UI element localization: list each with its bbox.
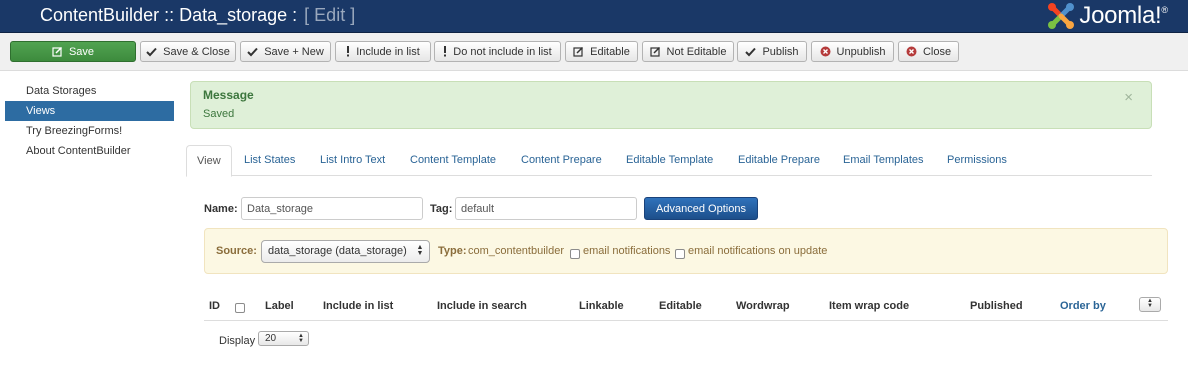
tab-content-prepare[interactable]: Content Prepare (521, 145, 602, 176)
column-label: Label (265, 300, 294, 312)
email-notifications-update-checkbox[interactable] (675, 249, 685, 259)
editable-button-label: Editable (590, 45, 630, 58)
joomla-logo-icon (1048, 3, 1075, 29)
not-editable-button[interactable]: Not Editable (642, 41, 734, 62)
exclamation-icon (346, 46, 350, 57)
publish-button[interactable]: Publish (737, 41, 807, 62)
tab-permissions[interactable]: Permissions (947, 145, 1007, 176)
email-notifications-update-label: email notifications on update (688, 245, 828, 257)
tab-content-template[interactable]: Content Template (410, 145, 496, 176)
joomla-logo: Joomla! ® (1046, 1, 1168, 31)
check-icon (745, 47, 757, 57)
tab-editable-template[interactable]: Editable Template (626, 145, 713, 176)
tag-label: Tag: (430, 203, 453, 215)
message-text: Saved (203, 108, 235, 120)
sidebar: Data Storages Views Try BreezingForms! A… (5, 81, 174, 161)
display-label: Display (219, 335, 256, 347)
message-heading: Message (203, 88, 254, 102)
select-arrows-icon: ▲ ▼ (416, 244, 424, 257)
display-limit-value: 20 (265, 333, 277, 344)
joomla-logo-text: Joomla! (1079, 2, 1162, 29)
page-title-text: ContentBuilder :: Data_storage : (40, 5, 298, 25)
sidebar-item-about-contentbuilder[interactable]: About ContentBuilder (5, 141, 174, 161)
column-id: ID (209, 300, 220, 312)
column-order-by[interactable]: Order by (1060, 300, 1106, 312)
toolbar: Save Save & Close Save + New Include in … (0, 33, 1188, 71)
tab-bar: View List States List Intro Text Content… (186, 145, 1152, 177)
joomla-logo-registered: ® (1161, 5, 1168, 15)
tab-editable-prepare[interactable]: Editable Prepare (738, 145, 820, 176)
success-message: Message Saved × (190, 81, 1152, 129)
save-button-label: Save (68, 45, 95, 58)
select-arrows-icon: ▲ ▼ (1147, 298, 1153, 309)
publish-button-label: Publish (762, 45, 799, 58)
check-icon (146, 47, 157, 57)
column-editable: Editable (659, 300, 702, 312)
column-item-wrap-code: Item wrap code (829, 300, 910, 312)
close-icon[interactable]: × (1124, 90, 1133, 105)
tab-email-templates[interactable]: Email Templates (843, 145, 924, 176)
tag-input[interactable] (455, 197, 637, 220)
tab-view[interactable]: View (186, 145, 232, 177)
sidebar-item-views[interactable]: Views (5, 101, 174, 121)
check-icon (247, 47, 258, 57)
exclamation-icon (443, 46, 447, 57)
email-notifications-checkbox[interactable] (570, 249, 580, 259)
source-panel: Source: data_storage (data_storage) ▲ ▼ T… (204, 228, 1168, 274)
sidebar-item-data-storages[interactable]: Data Storages (5, 81, 174, 101)
name-label: Name: (204, 203, 238, 215)
column-published: Published (970, 300, 1023, 312)
tab-list-intro-text[interactable]: List Intro Text (320, 145, 385, 176)
unpublish-button-label: Unpublish (836, 45, 886, 58)
column-include-in-search: Include in search (437, 300, 527, 312)
close-button-label: Close (922, 45, 952, 58)
not-editable-button-label: Not Editable (666, 45, 727, 58)
fields-table-header: ID Label Include in list Include in sear… (204, 293, 1168, 321)
include-in-list-button-label: Include in list (356, 45, 420, 58)
not-include-in-list-button-label: Do not include in list (453, 45, 552, 58)
display-limit-select[interactable]: 20 ▲ ▼ (258, 331, 309, 346)
column-wordwrap: Wordwrap (736, 300, 790, 312)
name-input[interactable] (241, 197, 423, 220)
save-close-button[interactable]: Save & Close (140, 41, 236, 62)
save-new-button-label: Save + New (264, 45, 324, 58)
cancel-circle-icon (820, 46, 831, 57)
type-value: com_contentbuilder (468, 245, 565, 257)
save-button[interactable]: Save (10, 41, 136, 62)
cancel-circle-icon (906, 46, 917, 57)
order-select[interactable]: ▲ ▼ (1139, 297, 1161, 312)
include-in-list-button[interactable]: Include in list (335, 41, 431, 62)
save-new-button[interactable]: Save + New (240, 41, 331, 62)
header-bar: ContentBuilder :: Data_storage : [ Edit … (0, 0, 1188, 33)
edit-icon (573, 46, 584, 57)
page-title: ContentBuilder :: Data_storage : [ Edit … (40, 5, 355, 26)
column-linkable: Linkable (579, 300, 624, 312)
not-include-in-list-button[interactable]: Do not include in list (434, 41, 561, 62)
email-notifications-label: email notifications (583, 245, 671, 257)
select-all-checkbox[interactable] (235, 303, 245, 313)
page-title-mode: [ Edit ] (304, 5, 356, 25)
source-select-value: data_storage (data_storage) (268, 245, 407, 257)
advanced-options-button[interactable]: Advanced Options (644, 197, 758, 220)
save-close-button-label: Save & Close (163, 45, 230, 58)
editable-button[interactable]: Editable (565, 41, 638, 62)
type-label: Type: (438, 245, 467, 257)
close-button[interactable]: Close (898, 41, 959, 62)
tab-list-states[interactable]: List States (244, 145, 295, 176)
source-label: Source: (216, 245, 257, 257)
edit-icon (649, 46, 661, 57)
column-include-in-list: Include in list (323, 300, 394, 312)
edit-icon (52, 46, 63, 57)
sidebar-item-try-breezingforms[interactable]: Try BreezingForms! (5, 121, 174, 141)
unpublish-button[interactable]: Unpublish (811, 41, 894, 62)
source-select[interactable]: data_storage (data_storage) ▲ ▼ (261, 240, 430, 263)
select-arrows-icon: ▲ ▼ (298, 333, 304, 344)
